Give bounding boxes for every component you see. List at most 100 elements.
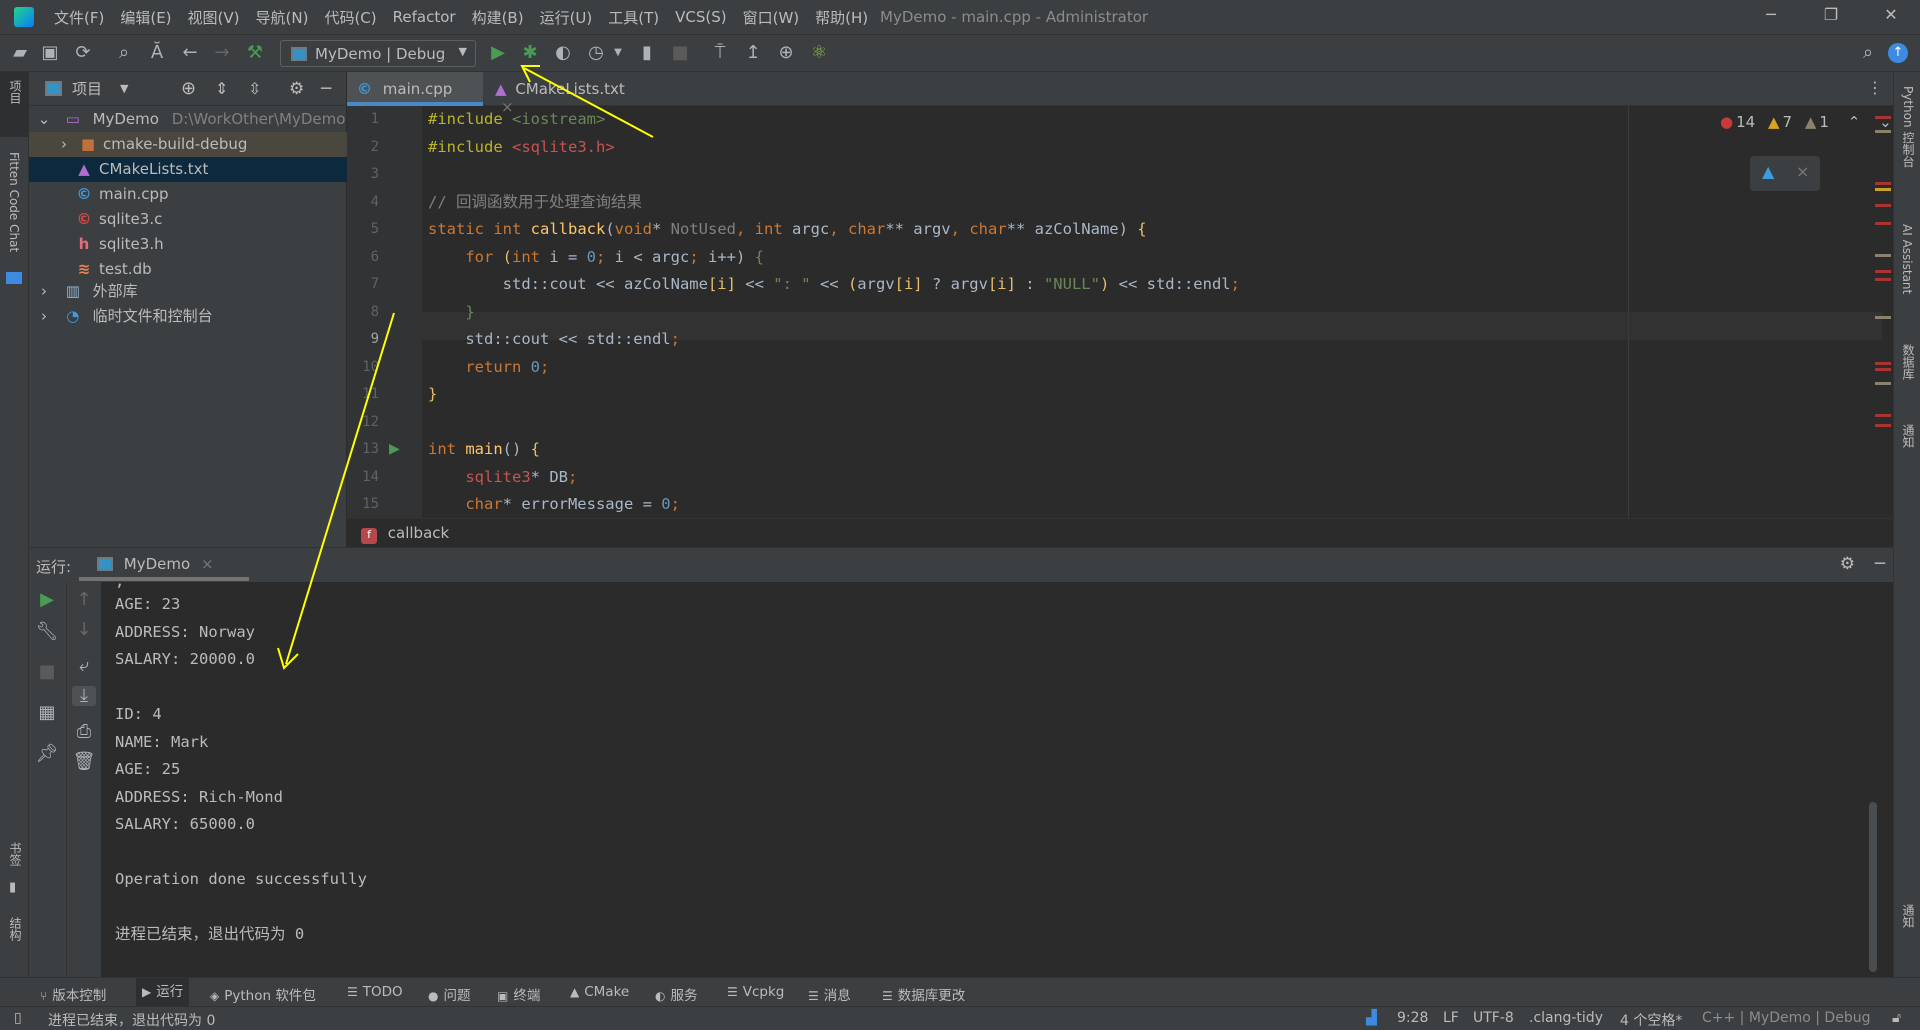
previous-highlight-icon[interactable]: ⌃ — [1848, 113, 1861, 131]
tool-window-button[interactable]: ☰ TODO — [347, 984, 403, 1000]
layout-icon[interactable]: ▦ — [35, 703, 59, 723]
menu-window[interactable]: 窗口(W) — [735, 7, 808, 28]
arrow-up-icon[interactable]: ↑ — [72, 590, 96, 610]
error-stripe-mark[interactable] — [1875, 188, 1891, 191]
tool-window-button[interactable]: ▣ 终端 — [497, 984, 540, 1004]
open-folder-icon[interactable]: ▰ — [8, 43, 32, 63]
rerun-icon[interactable]: ▶ — [35, 590, 59, 610]
ai-assistant-button[interactable]: AI Assistant — [1900, 224, 1914, 294]
atom-icon[interactable]: ⚛ — [807, 43, 831, 63]
error-stripe-mark[interactable] — [1875, 382, 1891, 385]
tool-window-button[interactable]: ☰ 数据库更改 — [882, 984, 965, 1004]
arrow-down-icon[interactable]: ↓ — [72, 620, 96, 640]
error-stripe-mark[interactable] — [1875, 116, 1891, 119]
tree-item[interactable]: © main.cpp — [29, 182, 347, 207]
locate-icon[interactable]: ⊕ — [181, 78, 196, 99]
error-stripe-mark[interactable] — [1875, 204, 1891, 207]
stop-icon[interactable]: ■ — [35, 662, 59, 682]
resolve-context[interactable]: C++ | MyDemo | Debug — [1702, 1010, 1870, 1026]
vcs-update-icon[interactable]: ⍑ — [708, 43, 732, 63]
code-line[interactable]: for (int i = 0; i < argc; i++) { — [428, 244, 1882, 272]
code-line[interactable]: return 0; — [428, 354, 1882, 382]
menu-help[interactable]: 帮助(H) — [807, 7, 876, 28]
more-tabs-icon[interactable]: ⋮ — [1867, 78, 1883, 97]
hide-icon[interactable]: ─ — [1875, 554, 1885, 574]
close-tab-icon[interactable]: × — [201, 555, 214, 573]
close-window-button[interactable]: ✕ — [1876, 5, 1906, 24]
print-icon[interactable]: ⎙ — [72, 722, 96, 742]
minimize-button[interactable]: ─ — [1756, 5, 1786, 24]
tree-root-mydemo[interactable]: ⌄ ▭ MyDemo D:\WorkOther\MyDemo — [29, 107, 347, 132]
run-config-selector[interactable]: MyDemo | Debug ▼ — [280, 40, 476, 67]
coverage-icon[interactable]: ◐ — [551, 43, 575, 63]
tree-item[interactable]: ▲ CMakeLists.txt — [29, 157, 347, 182]
soft-wrap-icon[interactable]: ⤶ — [72, 656, 96, 676]
menu-view[interactable]: 视图(V) — [180, 7, 248, 28]
code-line[interactable]: } — [428, 381, 1882, 409]
menu-run[interactable]: 运行(U) — [532, 7, 601, 28]
error-stripe-mark[interactable] — [1875, 222, 1891, 225]
hide-icon[interactable]: ─ — [321, 79, 331, 99]
vcs-push-icon[interactable]: ↥ — [741, 43, 765, 63]
python-console-button[interactable]: Python 控制台 — [1900, 86, 1917, 167]
tool-window-button[interactable]: ● 问题 — [428, 984, 470, 1004]
tool-window-button[interactable]: ▲ CMake — [570, 984, 629, 1000]
file-encoding[interactable]: UTF-8 — [1473, 1010, 1514, 1026]
profile-icon[interactable]: ◷ — [584, 43, 608, 63]
tool-window-button[interactable]: ⑂ 版本控制 — [40, 984, 106, 1004]
code-line[interactable]: char* errorMessage = 0; — [428, 491, 1882, 518]
error-stripe-mark[interactable] — [1875, 254, 1891, 257]
chevron-down-icon[interactable]: ▼ — [120, 82, 128, 95]
structure-button[interactable]: 结构 — [7, 917, 24, 941]
restore-button[interactable]: ❐ — [1816, 5, 1846, 24]
attach-icon[interactable]: ▮ — [635, 43, 659, 63]
menu-file[interactable]: 文件(F) — [46, 7, 112, 28]
code-line[interactable]: sqlite3* DB; — [428, 464, 1882, 492]
wrench-icon[interactable]: 🔧︎ — [35, 622, 59, 642]
menu-code[interactable]: 代码(C) — [316, 7, 384, 28]
tree-item[interactable]: › ■ cmake-build-debug — [29, 132, 347, 157]
error-stripe-mark[interactable] — [1875, 316, 1891, 319]
code-line[interactable] — [428, 161, 1882, 189]
menu-vcs[interactable]: VCS(S) — [667, 8, 734, 26]
update-icon[interactable]: ↑ — [1888, 43, 1908, 63]
menu-refactor[interactable]: Refactor — [385, 8, 464, 26]
indent-setting[interactable]: 4 个空格* — [1620, 1010, 1682, 1030]
code-line[interactable]: } — [428, 299, 1882, 327]
code-line[interactable]: std::cout << std::endl; — [428, 326, 1882, 354]
build-hammer-icon[interactable]: ⚒ — [243, 43, 267, 63]
editor-gutter[interactable]: 1 2 3 4 5 6 7 8 9 10 11 12 13 14 15 ▶ — [347, 106, 422, 518]
code-line[interactable]: #include <sqlite3.h> — [428, 134, 1882, 162]
error-stripe-mark[interactable] — [1875, 414, 1891, 417]
tab-cmakelists[interactable]: ▲ CMakeLists.txt × — [485, 72, 655, 116]
console-output[interactable]: , AGE: 23 ADDRESS: Norway SALARY: 20000.0 ID… — [101, 572, 1881, 977]
stop-icon[interactable]: ■ — [668, 43, 692, 63]
fitten-status-icon[interactable]: ▟ — [1366, 1010, 1377, 1026]
error-stripe-mark[interactable] — [1875, 368, 1891, 371]
error-stripe-mark[interactable] — [1875, 278, 1891, 281]
error-stripe-mark[interactable] — [1875, 182, 1891, 185]
search-everywhere-icon[interactable]: ⌕ — [1856, 43, 1880, 63]
search-icon[interactable]: ⌕ — [112, 43, 136, 63]
forward-icon[interactable]: → — [210, 43, 234, 63]
error-stripe-mark[interactable] — [1875, 130, 1891, 133]
project-tool-button[interactable]: 项目 — [0, 72, 29, 137]
status-message[interactable]: 进程已结束，退出代码为 0 — [48, 1010, 215, 1030]
tool-window-button[interactable]: ▶ 运行 — [136, 978, 190, 1006]
menu-tools[interactable]: 工具(T) — [600, 7, 667, 28]
bookmarks-button[interactable]: 书签 — [7, 842, 24, 866]
line-separator[interactable]: LF — [1443, 1010, 1459, 1026]
clang-tidy[interactable]: .clang-tidy — [1529, 1010, 1603, 1026]
tree-item[interactable]: © sqlite3.c — [29, 207, 347, 232]
pin-icon[interactable]: 📌︎ — [35, 744, 59, 764]
toggle-panels-icon[interactable]: ▯ — [14, 1010, 22, 1026]
error-stripe-mark[interactable] — [1875, 270, 1891, 273]
code-line[interactable]: #include <iostream> — [428, 106, 1882, 134]
console-scrollbar[interactable] — [1869, 802, 1877, 972]
menu-navigate[interactable]: 导航(N) — [248, 7, 317, 28]
menu-edit[interactable]: 编辑(E) — [112, 7, 179, 28]
tree-external-libraries[interactable]: › ▥ 外部库 — [29, 279, 347, 304]
scroll-to-end-icon[interactable]: ⤓ — [72, 686, 96, 706]
save-icon[interactable]: ▣ — [38, 43, 62, 63]
fitten-code-chat-button[interactable]: Fitten Code Chat — [7, 152, 21, 252]
